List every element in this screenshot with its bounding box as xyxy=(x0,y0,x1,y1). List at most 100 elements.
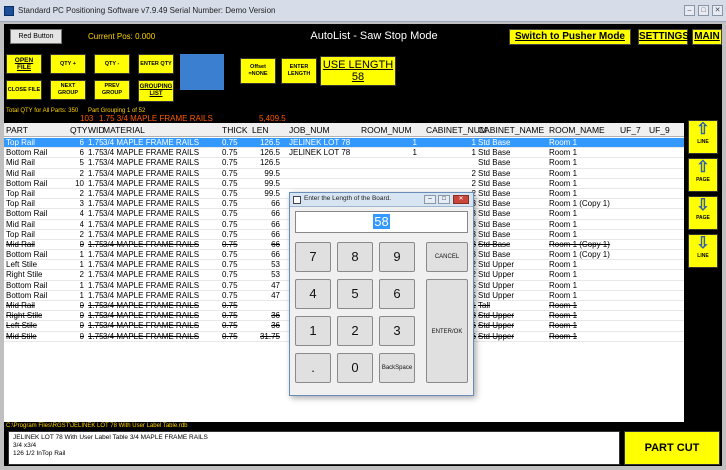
table-cell: 3/4 MAPLE FRAME RAILS xyxy=(103,168,200,178)
dialog-close-button[interactable]: ✕ xyxy=(453,195,469,204)
column-header[interactable]: MATERIAL xyxy=(103,125,145,135)
table-cell: Left Stile xyxy=(6,260,38,270)
offset-button[interactable]: Offset =NONE xyxy=(240,58,276,84)
key-0-button[interactable]: 0 xyxy=(337,353,373,383)
table-cell: 53 xyxy=(271,260,280,270)
enter-qty-button[interactable]: ENTER QTY xyxy=(138,54,174,74)
next-group-button[interactable]: NEXT GROUP xyxy=(50,80,86,100)
cancel-button[interactable]: CANCEL xyxy=(426,242,468,272)
column-header[interactable]: LEN xyxy=(252,125,269,135)
table-cell: 0.75 xyxy=(222,239,238,249)
dialog-maximize-button[interactable]: □ xyxy=(438,195,450,204)
table-cell: 1.75 xyxy=(88,270,104,280)
table-cell: 47 xyxy=(271,290,280,300)
table-cell: Room 1 (Copy 1) xyxy=(549,250,610,260)
table-cell: 2 xyxy=(79,188,84,198)
table-cell: 3/4 MAPLE FRAME RAILS xyxy=(103,239,200,249)
length-input[interactable]: 58 xyxy=(295,211,468,233)
table-cell: 10 xyxy=(75,178,84,188)
table-cell: 0.75 xyxy=(222,229,238,239)
key-2-button[interactable]: 2 xyxy=(337,316,373,346)
table-cell: 3/4 MAPLE FRAME RAILS xyxy=(103,331,200,341)
table-cell: 0.75 xyxy=(222,168,238,178)
table-cell: 0 xyxy=(79,311,84,321)
column-header[interactable]: JOB_NUM xyxy=(289,125,330,135)
open-file-button[interactable]: OPEN FILE xyxy=(6,54,42,74)
minimize-button[interactable]: – xyxy=(684,5,695,16)
column-header[interactable]: CABINET_NAME xyxy=(478,125,544,135)
table-cell: JELINEK LOT 78 xyxy=(289,148,351,158)
table-row[interactable]: Mid Rail 2 1.75 3/4 MAPLE FRAME RAILS 0.75 99… xyxy=(4,169,684,179)
decimal-point-button[interactable]: . xyxy=(295,353,331,383)
main-button[interactable]: MAIN xyxy=(692,29,722,45)
qty-minus-button[interactable]: QTY - xyxy=(94,54,130,74)
table-row[interactable]: Top Rail 6 1.75 3/4 MAPLE FRAME RAILS 0.75 12… xyxy=(4,138,684,149)
key-9-button[interactable]: 9 xyxy=(379,242,415,272)
enter-ok-button[interactable]: ENTER/OK xyxy=(426,279,468,383)
key-8-button[interactable]: 8 xyxy=(337,242,373,272)
column-header[interactable]: UF_7 xyxy=(620,125,641,135)
use-length-label: USE LENGTH xyxy=(322,59,394,71)
table-cell: 3/4 MAPLE FRAME RAILS xyxy=(103,290,200,300)
page-down-button[interactable]: ⇩ PAGE xyxy=(688,196,718,230)
length-entry-dialog: Enter the Length of the Board. – □ ✕ 58 … xyxy=(289,192,474,396)
table-cell: Top Rail xyxy=(6,199,35,209)
table-cell: Right Stile xyxy=(6,270,43,280)
table-cell: 1.75 xyxy=(88,331,104,341)
table-cell: Room 1 (Copy 1) xyxy=(549,239,610,249)
key-3-button[interactable]: 3 xyxy=(379,316,415,346)
key-4-button[interactable]: 4 xyxy=(295,279,331,309)
table-cell: Room 1 xyxy=(549,290,578,300)
maximize-button[interactable]: □ xyxy=(698,5,709,16)
table-cell: 3/4 MAPLE FRAME RAILS xyxy=(103,138,200,147)
column-header[interactable]: ROOM_NAME xyxy=(549,125,605,135)
table-cell: 3/4 MAPLE FRAME RAILS xyxy=(103,219,200,229)
column-header[interactable]: QTY xyxy=(70,125,87,135)
page-up-button[interactable]: ⇧ PAGE xyxy=(688,158,718,192)
table-cell: Mid Rail xyxy=(6,301,35,310)
table-cell: Std Base xyxy=(478,199,511,209)
table-cell: 1.75 xyxy=(88,239,104,249)
column-header[interactable]: ROOM_NUM xyxy=(361,125,412,135)
table-cell: 1.75 xyxy=(88,260,104,270)
table-cell: 0.75 xyxy=(222,280,238,290)
key-5-button[interactable]: 5 xyxy=(337,279,373,309)
table-row[interactable]: Mid Rail 5 1.75 3/4 MAPLE FRAME RAILS 0.75 12… xyxy=(4,158,684,169)
table-cell: 66 xyxy=(271,239,280,249)
enter-length-button[interactable]: ENTER LENGTH xyxy=(281,58,317,84)
settings-button[interactable]: SETTINGS xyxy=(638,29,689,45)
part-cut-button[interactable]: PART CUT xyxy=(624,431,720,465)
key-1-button[interactable]: 1 xyxy=(295,316,331,346)
table-cell: 2 xyxy=(79,270,84,280)
table-cell: Tall xyxy=(478,301,491,310)
close-window-button[interactable]: ✕ xyxy=(712,5,723,16)
table-cell: 47 xyxy=(271,280,280,290)
mode-title: AutoList - Saw Stop Mode xyxy=(310,30,438,42)
dialog-minimize-button[interactable]: – xyxy=(424,195,436,204)
line-down-button[interactable]: ⇩ LINE xyxy=(688,234,718,268)
table-cell: Mid Rail xyxy=(6,158,35,168)
use-length-button[interactable]: USE LENGTH 58 xyxy=(320,56,396,86)
switch-to-pusher-mode-button[interactable]: Switch to Pusher Mode xyxy=(509,29,631,45)
column-header[interactable]: THICK xyxy=(222,125,248,135)
table-cell: Std Base xyxy=(478,188,511,198)
table-cell: 3/4 MAPLE FRAME RAILS xyxy=(103,178,200,188)
table-cell: 53 xyxy=(271,270,280,280)
qty-plus-button[interactable]: QTY + xyxy=(50,54,86,74)
table-row[interactable]: Bottom Rail 10 1.75 3/4 MAPLE FRAME RAILS 0.… xyxy=(4,179,684,189)
column-header[interactable]: UF_9 xyxy=(649,125,670,135)
red-button[interactable]: Red Button xyxy=(10,29,62,44)
table-cell: 3/4 MAPLE FRAME RAILS xyxy=(103,321,200,331)
backspace-button[interactable]: BackSpace xyxy=(379,353,415,383)
table-cell: 0.75 xyxy=(222,331,238,341)
table-cell: Top Rail xyxy=(6,188,35,198)
column-header[interactable]: PART xyxy=(6,125,28,135)
line-up-button[interactable]: ⇧ LINE xyxy=(688,120,718,154)
key-7-button[interactable]: 7 xyxy=(295,242,331,272)
close-file-button[interactable]: CLOSE FILE xyxy=(6,80,42,100)
key-6-button[interactable]: 6 xyxy=(379,279,415,309)
grouping-list-button[interactable]: GROUPING LIST xyxy=(138,80,174,102)
prev-group-button[interactable]: PREV GROUP xyxy=(94,80,130,100)
table-row[interactable]: Bottom Rail 6 1.75 3/4 MAPLE FRAME RAILS 0.7… xyxy=(4,148,684,159)
table-cell: 1 xyxy=(412,148,417,158)
